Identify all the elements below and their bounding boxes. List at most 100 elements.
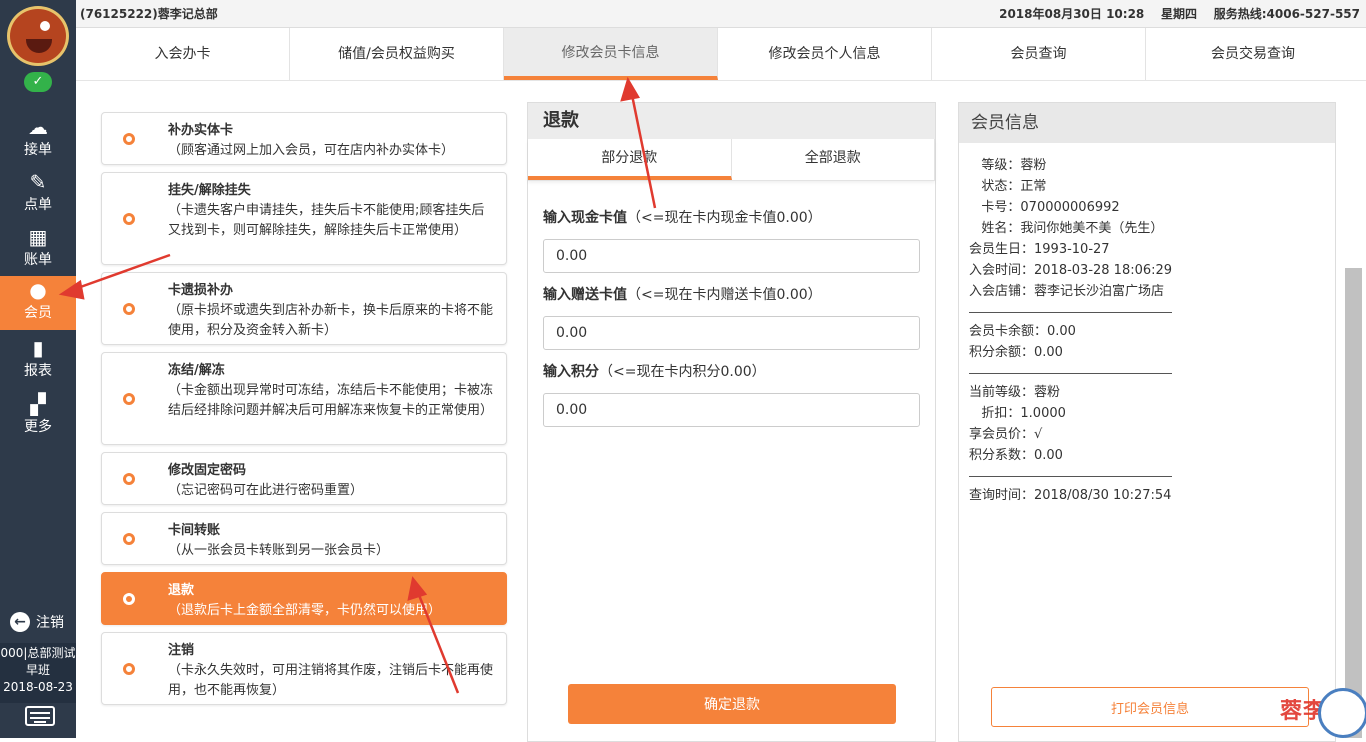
op-report-loss[interactable]: 挂失/解除挂失 （卡遗失客户申请挂失，挂失后卡不能使用;顾客挂失后又找到卡，则可… [101, 172, 507, 265]
member-discount: 折扣：1.0000 [969, 406, 1066, 421]
points-input[interactable] [543, 393, 920, 427]
sidebar-item-more[interactable]: ▞ 更多 [0, 390, 76, 444]
op-replace-damaged[interactable]: 卡遗损补办 （原卡损坏或遗失到店补办新卡，换卡后原来的卡将不能使用，积分及资金转… [101, 272, 507, 345]
logout-label: 注销 [36, 615, 64, 631]
user-shift: 早班 [25, 663, 50, 677]
radio-icon [123, 532, 135, 545]
tab-recharge[interactable]: 储值/会员权益购买 [290, 28, 504, 80]
user-id: 000|总部测试 [0, 646, 76, 660]
op-desc: （原卡损坏或遗失到店补办新卡，换卡后原来的卡将不能使用，积分及资金转入新卡） [168, 303, 494, 338]
divider [969, 373, 1172, 374]
tab-edit-personal[interactable]: 修改会员个人信息 [718, 28, 932, 80]
sidebar-item-reports[interactable]: ▮ 报表 [0, 334, 76, 388]
status-info: 2018年08月30日 10:28 星期四 服务热线:4006-527-557 [999, 0, 1360, 28]
sidebar: ✓ ☁ 接单 ✎ 点单 ▦ 账单 ● 会员 ▮ 报表 ▞ 更多 ← 注销 000… [0, 0, 76, 738]
online-status-icon: ✓ [24, 72, 52, 92]
assistant-avatar[interactable] [1318, 688, 1366, 738]
refund-title: 退款 [528, 103, 935, 139]
keyboard-icon[interactable] [25, 706, 55, 726]
sidebar-item-members[interactable]: ● 会员 [0, 276, 76, 330]
member-join-store: 入会店铺：蓉李记长沙泊富广场店 [969, 284, 1165, 299]
op-card-transfer[interactable]: 卡间转账 （从一张会员卡转账到另一张会员卡） [101, 512, 507, 565]
sidebar-item-label: 更多 [24, 419, 52, 435]
grid-icon: ▦ [28, 225, 48, 249]
points-label: 输入积分 [543, 364, 599, 380]
op-desc: （退款后卡上金额全部清零，卡仍然可以使用） [168, 603, 442, 618]
hotline: 服务热线:4006-527-557 [1213, 7, 1360, 21]
op-title: 退款 [168, 583, 195, 598]
op-title: 补办实体卡 [168, 123, 234, 138]
divider [969, 476, 1172, 477]
op-desc: （忘记密码可在此进行密码重置） [168, 483, 364, 498]
radio-icon [123, 662, 135, 675]
tab-member-query[interactable]: 会员查询 [932, 28, 1146, 80]
sidebar-item-order-dishes[interactable]: ✎ 点单 [0, 168, 76, 222]
divider [969, 312, 1172, 313]
cash-input[interactable] [543, 239, 920, 273]
scrollbar[interactable] [1345, 268, 1362, 738]
member-query-time: 查询时间：2018/08/30 10:27:54 [969, 488, 1172, 503]
apps-icon: ▞ [30, 392, 46, 416]
top-status-bar: (76125222)蓉李记总部 2018年08月30日 10:28 星期四 服务… [76, 0, 1366, 28]
radio-icon [123, 302, 135, 315]
card-operation-list: 补办实体卡 （顾客通过网上加入会员，可在店内补办实体卡） 挂失/解除挂失 （卡遗… [101, 112, 507, 712]
gift-hint: （<=现在卡内赠送卡值0.00） [627, 287, 822, 303]
store-name: (76125222)蓉李记总部 [80, 7, 218, 21]
op-desc: （卡永久失效时，可用注销将其作废，注销后卡不能再使用，也不能再恢复） [168, 663, 494, 698]
member-card-balance: 会员卡余额：0.00 [969, 324, 1076, 339]
op-refund[interactable]: 退款 （退款后卡上金额全部清零，卡仍然可以使用） [101, 572, 507, 625]
radio-icon [123, 132, 135, 145]
bar-chart-icon: ▮ [32, 336, 44, 360]
op-title: 冻结/解冻 [168, 363, 225, 378]
edit-icon: ✎ [29, 170, 47, 194]
member-price: 享会员价：√ [969, 427, 1043, 442]
points-field: 输入积分（<=现在卡内积分0.00） [543, 361, 921, 427]
tab-partial-refund[interactable]: 部分退款 [528, 139, 732, 180]
member-join-time: 入会时间：2018-03-28 18:06:29 [969, 263, 1173, 278]
member-tabs: 入会办卡 储值/会员权益购买 修改会员卡信息 修改会员个人信息 会员查询 会员交… [76, 28, 1366, 81]
member-info-title: 会员信息 [959, 103, 1335, 143]
sidebar-item-label: 会员 [24, 305, 52, 321]
confirm-refund-button[interactable]: 确定退款 [568, 684, 896, 724]
sidebar-item-bills[interactable]: ▦ 账单 [0, 223, 76, 277]
member-birthday: 会员生日：1993-10-27 [969, 242, 1110, 257]
sidebar-item-orders[interactable]: ☁ 接单 [0, 113, 76, 167]
print-member-info-button[interactable]: 打印会员信息 [991, 687, 1309, 727]
radio-icon [123, 592, 135, 605]
cash-hint: （<=现在卡内现金卡值0.00） [627, 210, 822, 226]
gift-input[interactable] [543, 316, 920, 350]
sidebar-item-label: 接单 [24, 142, 52, 158]
member-points-balance: 积分余额：0.00 [969, 345, 1063, 360]
member-card-no: 卡号：070000006992 [969, 200, 1120, 215]
refund-subtabs: 部分退款 全部退款 [528, 139, 935, 181]
sidebar-item-label: 点单 [24, 197, 52, 213]
user-icon: ● [29, 278, 47, 302]
logout-button[interactable]: ← 注销 [10, 612, 64, 632]
op-freeze[interactable]: 冻结/解冻 （卡金额出现异常时可冻结，冻结后卡不能使用；卡被冻结后经排除问题并解… [101, 352, 507, 445]
op-desc: （卡遗失客户申请挂失，挂失后卡不能使用;顾客挂失后又找到卡，则可解除挂失，解除挂… [168, 203, 485, 238]
op-reissue-physical-card[interactable]: 补办实体卡 （顾客通过网上加入会员，可在店内补办实体卡） [101, 112, 507, 165]
member-points-factor: 积分系数：0.00 [969, 448, 1063, 463]
cloud-download-icon: ☁ [28, 115, 48, 139]
member-info-body: 等级：蓉粉 状态：正常 卡号：070000006992 姓名：我问你她美不美（先… [969, 155, 1172, 506]
gift-label: 输入赠送卡值 [543, 287, 627, 303]
op-change-password[interactable]: 修改固定密码 （忘记密码可在此进行密码重置） [101, 452, 507, 505]
cash-label: 输入现金卡值 [543, 210, 627, 226]
datetime: 2018年08月30日 10:28 [999, 7, 1145, 21]
tab-join[interactable]: 入会办卡 [76, 28, 290, 80]
radio-icon [123, 212, 135, 225]
refund-panel: 退款 部分退款 全部退款 输入现金卡值（<=现在卡内现金卡值0.00） 输入赠送… [527, 102, 936, 742]
tab-transaction-query[interactable]: 会员交易查询 [1146, 28, 1360, 80]
gift-field: 输入赠送卡值（<=现在卡内赠送卡值0.00） [543, 284, 921, 350]
user-info: 000|总部测试 早班 2018-08-23 [0, 643, 76, 703]
member-current-level: 当前等级：蓉粉 [969, 385, 1061, 400]
op-title: 卡遗损补办 [168, 283, 234, 298]
tab-full-refund[interactable]: 全部退款 [732, 139, 935, 180]
op-cancel-card[interactable]: 注销 （卡永久失效时，可用注销将其作废，注销后卡不能再使用，也不能再恢复） [101, 632, 507, 705]
op-desc: （从一张会员卡转账到另一张会员卡） [168, 543, 390, 558]
brand-logo [7, 6, 69, 66]
member-name: 姓名：我问你她美不美（先生） [969, 221, 1164, 236]
member-status: 状态：正常 [969, 179, 1047, 194]
tab-edit-card[interactable]: 修改会员卡信息 [504, 28, 718, 80]
radio-icon [123, 392, 135, 405]
